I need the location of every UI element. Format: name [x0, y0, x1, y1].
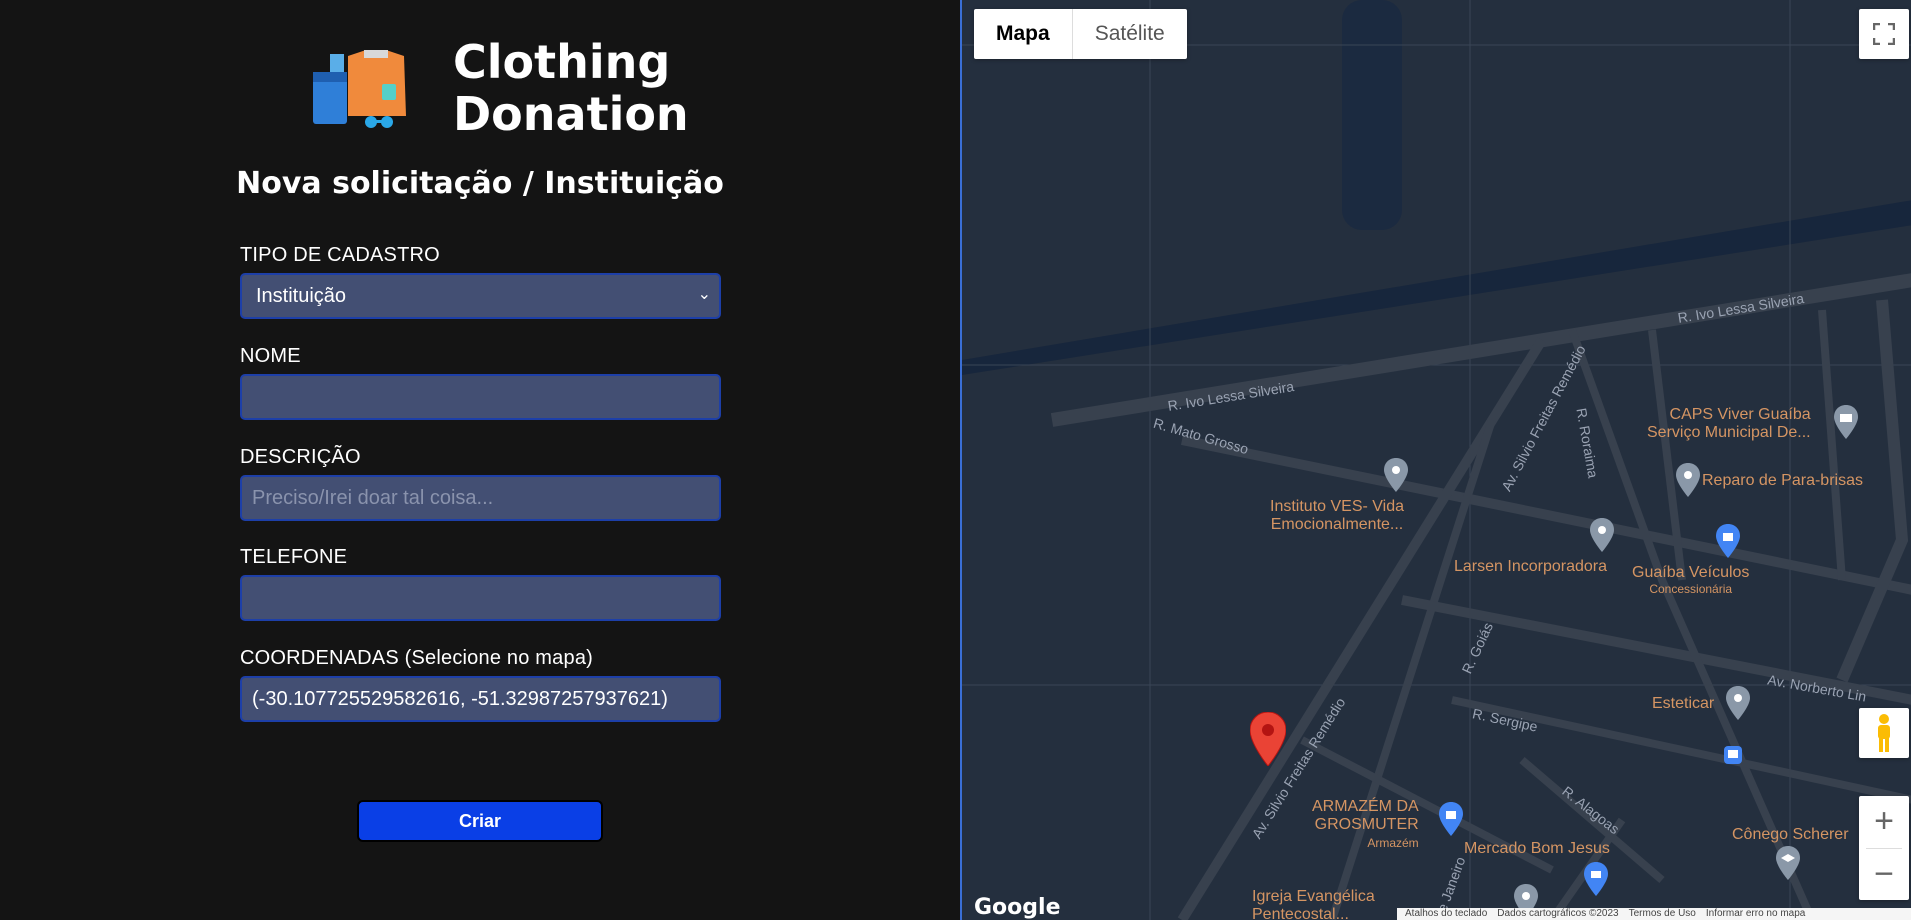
poi-label[interactable]: CAPS Viver Guaíba Serviço Municipal De..… [1647, 406, 1811, 442]
map-type-satelite-button[interactable]: Satélite [1073, 9, 1187, 59]
shopping-pin-icon[interactable] [1716, 524, 1740, 558]
poi-pin-icon[interactable] [1676, 463, 1700, 497]
poi-label-line: CAPS Viver Guaíba [1669, 406, 1811, 423]
tipo-label: TIPO DE CADASTRO [240, 244, 440, 266]
app-logo: Clothing Donation [300, 36, 720, 140]
fullscreen-icon [1873, 23, 1895, 45]
pegman-icon [1878, 714, 1890, 752]
minus-icon: − [1874, 854, 1894, 893]
poi-label-line: Pentecostal... [1252, 906, 1349, 920]
coordenadas-input[interactable] [240, 676, 721, 722]
nome-input[interactable] [240, 374, 721, 420]
criar-button[interactable]: Criar [357, 800, 603, 842]
poi-label[interactable]: Cônego Scherer [1732, 826, 1849, 844]
report-error-link[interactable]: Informar erro no mapa [1706, 908, 1806, 920]
telefone-field: TELEFONE [240, 546, 721, 621]
poi-label-line: Instituto VES- Vida [1270, 498, 1404, 515]
poi-pin-icon[interactable] [1384, 458, 1408, 492]
map-roads [962, 0, 1911, 920]
street-view-pegman-button[interactable] [1859, 708, 1909, 758]
coordenadas-label: COORDENADAS (Selecione no mapa) [240, 647, 593, 669]
poi-label[interactable]: Larsen Incorporadora [1454, 558, 1607, 576]
nome-label: NOME [240, 345, 301, 367]
zoom-in-button[interactable]: + [1859, 796, 1909, 848]
zoom-out-button[interactable]: − [1859, 848, 1909, 900]
form-panel: Clothing Donation Nova solicitação / Ins… [0, 0, 960, 920]
coordenadas-field: COORDENADAS (Selecione no mapa) [240, 647, 721, 722]
poi-label-sub: Armazém [1367, 836, 1419, 850]
map-type-control: Mapa Satélite [974, 9, 1187, 59]
keyboard-shortcuts-link[interactable]: Atalhos do teclado [1405, 908, 1487, 920]
fullscreen-button[interactable] [1859, 9, 1909, 59]
poi-label-sub: Concessionária [1649, 582, 1733, 596]
poi-label[interactable]: Guaíba Veículos Concessionária [1632, 564, 1749, 596]
app-title: Clothing Donation [453, 36, 689, 140]
poi-pin-icon[interactable] [1726, 686, 1750, 720]
poi-label-line: Emocionalmente... [1270, 516, 1404, 533]
map-footer: Atalhos do teclado Dados cartográficos ©… [1397, 908, 1911, 920]
poi-label-line: Igreja Evangélica [1252, 888, 1375, 905]
shopping-pin-icon[interactable] [1439, 802, 1463, 836]
poi-label-line: GROSMUTER [1314, 816, 1419, 833]
poi-label[interactable]: Reparo de Para-brisas [1702, 472, 1863, 490]
poi-label[interactable]: Igreja Evangélica Pentecostal... [1252, 888, 1375, 920]
poi-label-line: Serviço Municipal De... [1647, 424, 1811, 441]
descricao-label: DESCRIÇÃO [240, 446, 361, 468]
poi-label-line: Guaíba Veículos [1632, 564, 1750, 581]
descricao-input[interactable] [240, 475, 721, 521]
app-title-line2: Donation [453, 87, 689, 141]
cart-pin-icon[interactable] [1584, 862, 1608, 896]
bank-pin-icon[interactable] [1834, 405, 1858, 439]
google-logo: Google [974, 895, 1061, 920]
map-data-attribution: Dados cartográficos ©2023 [1497, 908, 1619, 919]
terms-link[interactable]: Termos de Uso [1629, 908, 1696, 920]
nome-field: NOME [240, 345, 721, 420]
tipo-select[interactable]: Instituição [240, 273, 721, 319]
poi-label[interactable]: ARMAZÉM DA GROSMUTER Armazém [1312, 798, 1419, 852]
clothing-icon [313, 50, 406, 128]
telefone-label: TELEFONE [240, 546, 348, 568]
plus-icon: + [1874, 802, 1894, 841]
selected-location-marker-icon[interactable] [1250, 712, 1286, 766]
bus-stop-icon[interactable] [1724, 746, 1742, 764]
poi-label-line: ARMAZÉM DA [1312, 798, 1419, 815]
poi-pin-icon[interactable] [1590, 518, 1614, 552]
poi-label[interactable]: Esteticar [1652, 695, 1714, 713]
map-type-mapa-button[interactable]: Mapa [974, 9, 1073, 59]
poi-label[interactable]: Mercado Bom Jesus [1464, 840, 1610, 858]
telefone-input[interactable] [240, 575, 721, 621]
descricao-field: DESCRIÇÃO [240, 446, 721, 521]
poi-label[interactable]: Instituto VES- Vida Emocionalmente... [1270, 498, 1404, 534]
zoom-control: + − [1859, 796, 1909, 900]
app-title-line1: Clothing [453, 35, 671, 89]
page-title: Nova solicitação / Instituição [236, 166, 724, 201]
tipo-field: TIPO DE CADASTRO Instituição ⌄ [240, 244, 721, 319]
school-pin-icon[interactable] [1776, 846, 1800, 880]
map-view[interactable]: R. Ivo Lessa Silveira R. Ivo Lessa Silve… [960, 0, 1911, 920]
